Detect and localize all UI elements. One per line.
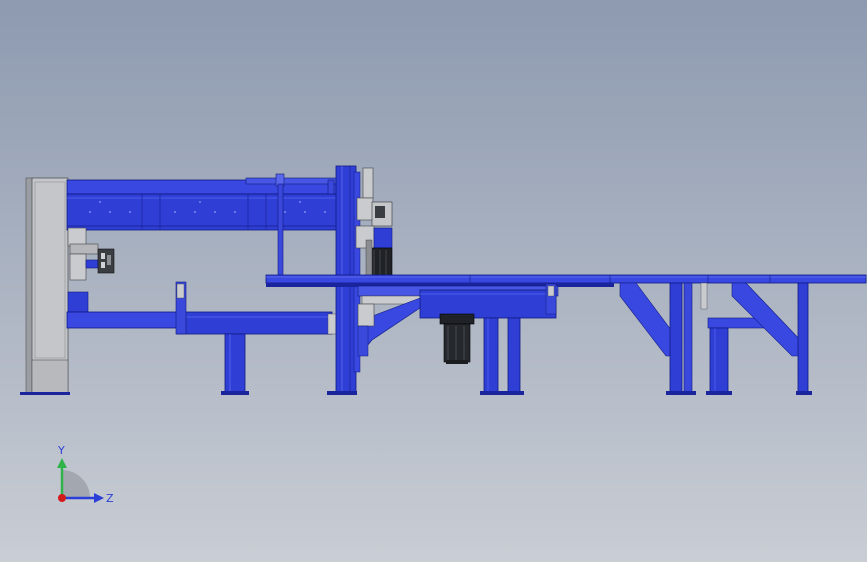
- cad-viewport[interactable]: Y Z: [0, 0, 867, 562]
- left-clamp-assembly[interactable]: [67, 227, 115, 313]
- right-table-frame-2[interactable]: [706, 282, 812, 395]
- motor[interactable]: [439, 313, 475, 364]
- triad-y-arrow-icon: [57, 458, 67, 468]
- top-longitudinal-beam[interactable]: [66, 179, 338, 231]
- triad-y-label: Y: [57, 444, 65, 457]
- left-guard-cabinet[interactable]: [25, 177, 69, 395]
- upper-cutting-head[interactable]: [355, 167, 393, 277]
- worktable-top[interactable]: [265, 274, 867, 287]
- right-table-frame-1[interactable]: [619, 282, 708, 395]
- triad-z-label: Z: [106, 492, 114, 505]
- middle-support-frame[interactable]: [480, 317, 524, 395]
- orientation-triad: Y Z: [57, 444, 114, 505]
- triad-plane-quadrant: [62, 470, 90, 498]
- lower-left-bed[interactable]: [66, 281, 337, 335]
- triad-z-arrow-icon: [94, 493, 104, 503]
- left-support-leg[interactable]: [221, 333, 249, 395]
- left-floor-foot: [20, 392, 70, 395]
- triad-x-axis-dot-icon: [58, 494, 66, 502]
- machine-assembly-model[interactable]: [0, 0, 867, 562]
